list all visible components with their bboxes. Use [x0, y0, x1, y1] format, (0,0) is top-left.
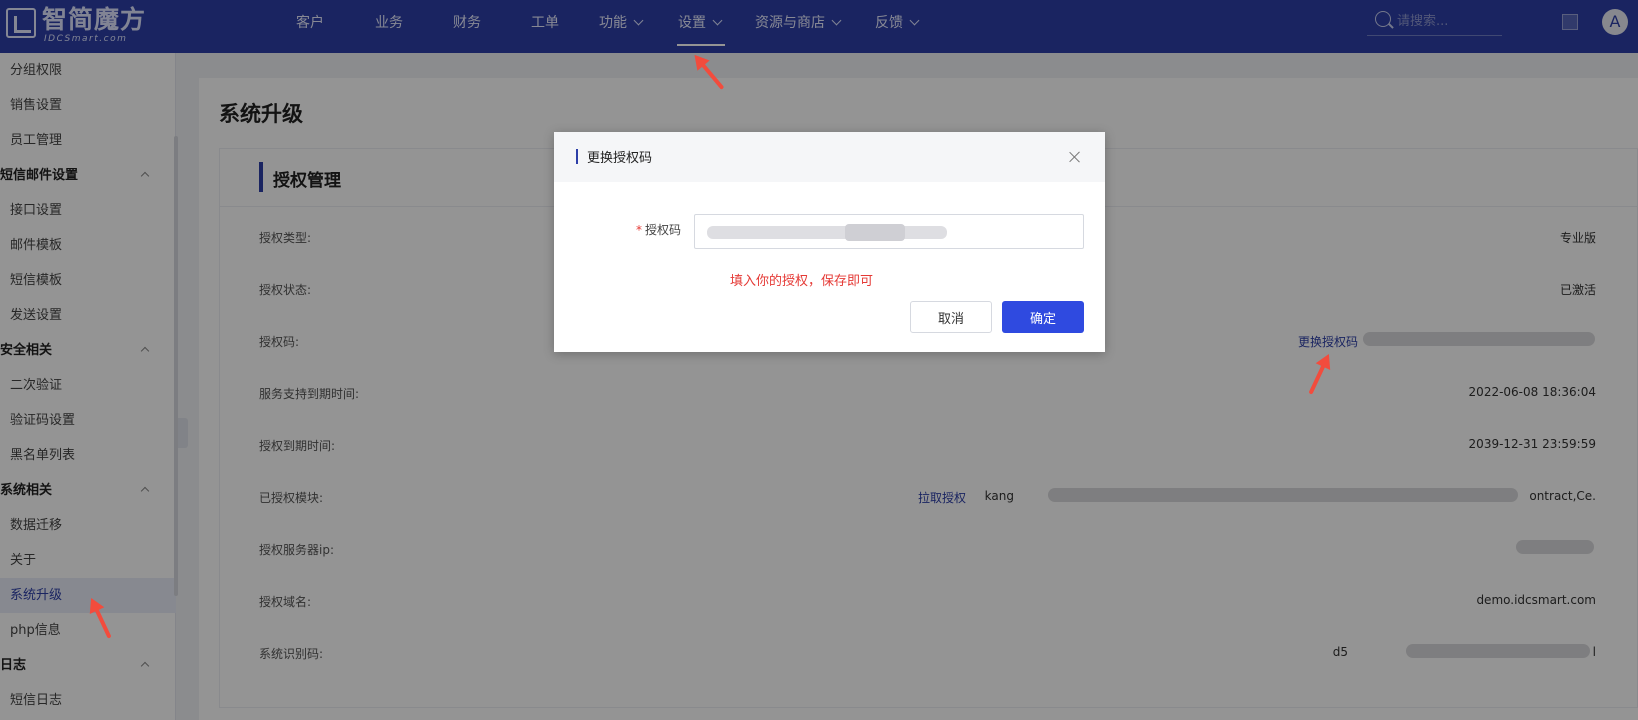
change-license-dialog: 更换授权码 * 授权码 填入你的授权，保存即可 取消 确定 — [554, 132, 1105, 352]
dialog-accent-bar — [576, 149, 578, 164]
license-code-input[interactable] — [694, 214, 1084, 249]
license-code-input-redacted-2 — [845, 224, 905, 241]
close-icon[interactable] — [1068, 150, 1082, 164]
dialog-hint: 填入你的授权，保存即可 — [730, 274, 874, 289]
cancel-button[interactable]: 取消 — [910, 301, 992, 333]
license-code-input-redacted — [707, 226, 947, 239]
confirm-button[interactable]: 确定 — [1002, 301, 1084, 333]
dialog-header: 更换授权码 — [554, 132, 1105, 182]
modal-overlay[interactable] — [0, 0, 1638, 720]
dialog-title: 更换授权码 — [587, 151, 653, 166]
required-mark: * — [636, 223, 642, 237]
license-code-label: * 授权码 — [636, 223, 682, 237]
